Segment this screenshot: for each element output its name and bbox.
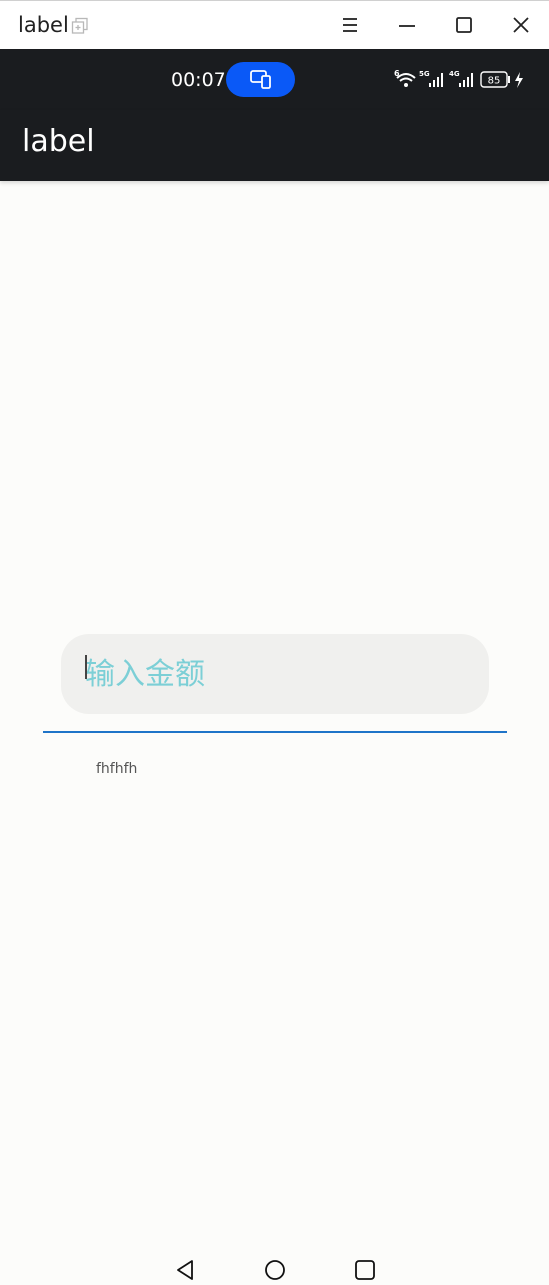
amount-field[interactable]	[61, 634, 489, 714]
input-underline	[43, 731, 507, 733]
minimize-icon[interactable]	[395, 13, 419, 37]
menu-icon[interactable]	[338, 13, 362, 37]
signal-4g-icon: 4G	[449, 70, 473, 87]
home-icon[interactable]	[263, 1258, 287, 1282]
wifi-icon: 6	[394, 69, 416, 87]
window-title-bar: label	[0, 0, 549, 49]
close-icon[interactable]	[509, 13, 533, 37]
navigation-bar	[0, 1245, 549, 1285]
status-time: 00:07	[171, 69, 226, 91]
signal-5g-icon: 5G	[419, 70, 443, 87]
status-bar: 00:07 6 5G 4G 85	[0, 49, 549, 110]
network-4g-label: 4G	[449, 70, 460, 78]
app-bar: label	[0, 110, 549, 181]
text-caret	[85, 655, 87, 679]
back-icon[interactable]	[173, 1258, 197, 1282]
screen-cast-button[interactable]	[226, 62, 295, 97]
status-icons: 6 5G 4G 85	[394, 69, 523, 88]
charging-icon	[515, 72, 523, 88]
amount-input[interactable]	[61, 634, 489, 714]
recents-icon[interactable]	[353, 1258, 377, 1282]
battery-icon: 85	[480, 71, 510, 88]
label-text: fhfhfh	[96, 761, 138, 777]
pin-icon[interactable]	[71, 17, 89, 35]
window-title: label	[18, 13, 69, 37]
network-5g-label: 5G	[419, 70, 430, 78]
battery-level: 85	[488, 76, 501, 87]
app-title: label	[22, 124, 95, 159]
screen-cast-icon	[250, 70, 271, 89]
maximize-icon[interactable]	[452, 13, 476, 37]
